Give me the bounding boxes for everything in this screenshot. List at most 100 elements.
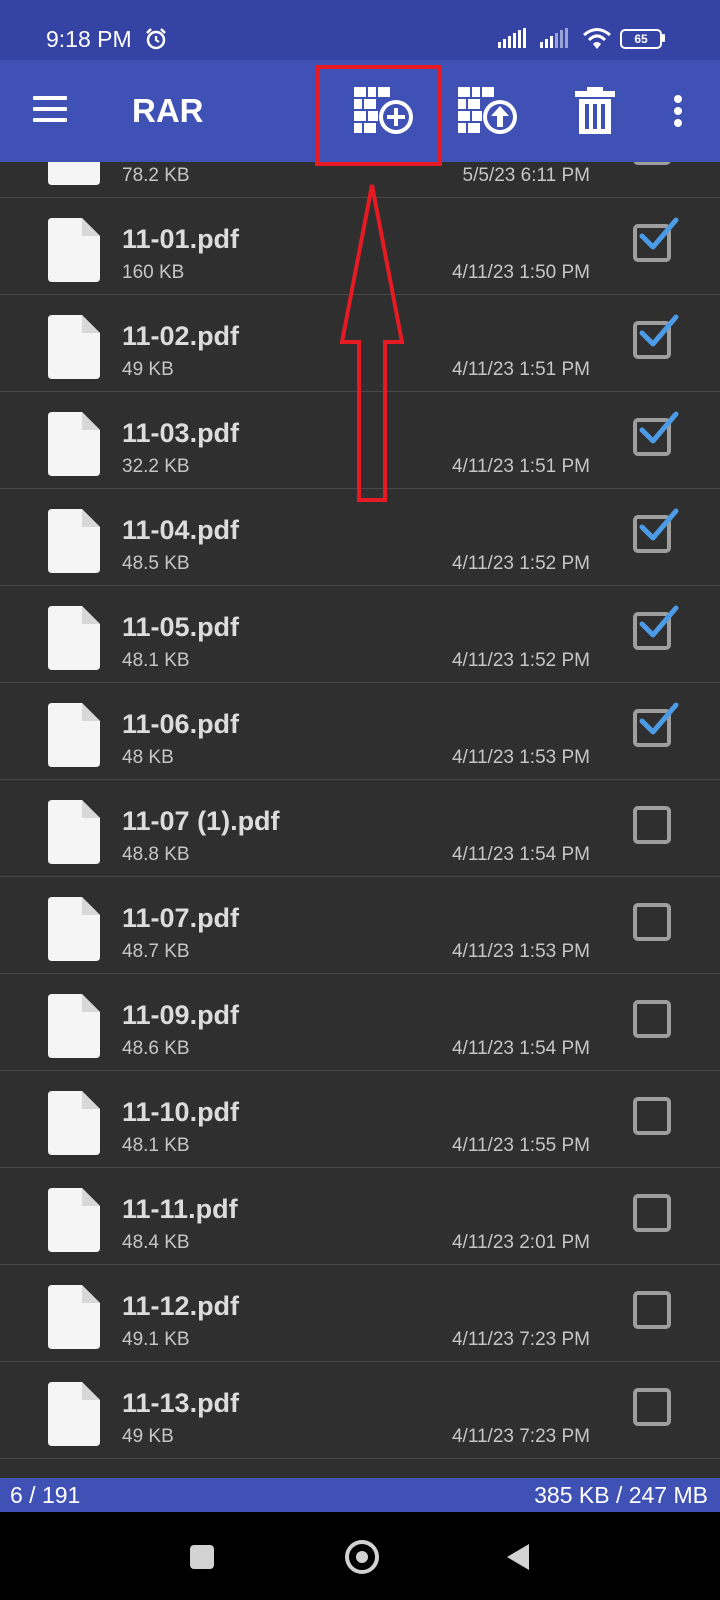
file-name: 11-05.pdf [122, 612, 240, 642]
file-date: 4/11/23 1:51 PM [451, 456, 590, 477]
file-date: 4/11/23 1:54 PM [451, 1038, 590, 1059]
file-name: 11-04.pdf [122, 515, 240, 545]
file-size: 48.1 KB [122, 1135, 190, 1156]
file-date: 4/11/23 1:55 PM [451, 1135, 590, 1156]
home-button[interactable] [345, 1540, 379, 1574]
file-size: 48.8 KB [122, 844, 190, 865]
selection-status-bar: 6 / 191 385 KB / 247 MB [0, 1478, 720, 1512]
file-name: 11-03.pdf [122, 418, 240, 448]
menu-icon[interactable] [30, 94, 70, 128]
file-size: 49.1 KB [122, 1329, 190, 1350]
file-size: 48 KB [122, 747, 174, 768]
file-date: 4/11/23 1:53 PM [451, 747, 590, 768]
file-icon [48, 412, 100, 476]
check-icon [639, 605, 679, 638]
wifi-icon [582, 26, 612, 55]
file-row[interactable]: 11-13.pdf 49 KB 4/11/23 7:23 PM [0, 1362, 720, 1459]
signal-strength-secondary-icon [540, 28, 568, 53]
file-icon [48, 509, 100, 573]
delete-button[interactable] [560, 80, 630, 142]
file-icon [48, 800, 100, 864]
check-icon [639, 411, 679, 444]
file-checkbox[interactable] [633, 903, 671, 941]
file-date: 4/11/23 2:01 PM [451, 1232, 590, 1253]
file-name: 11-12.pdf [122, 1291, 240, 1321]
file-date: 5/5/23 6:11 PM [462, 165, 590, 186]
back-icon[interactable] [505, 1542, 531, 1572]
annotation-arrow-icon [339, 184, 405, 502]
status-bar: 9:18 PM 65 [0, 0, 720, 60]
file-icon [48, 897, 100, 961]
file-size: 160 KB [122, 262, 185, 283]
file-date: 4/11/23 1:54 PM [451, 844, 590, 865]
file-checkbox[interactable] [633, 1000, 671, 1038]
file-checkbox[interactable] [633, 1097, 671, 1135]
file-icon [48, 1091, 100, 1155]
check-icon [639, 702, 679, 735]
file-size: 48.1 KB [122, 650, 190, 671]
recents-button[interactable] [190, 1545, 214, 1569]
file-icon [48, 1382, 100, 1446]
file-size: 49 KB [122, 1426, 174, 1447]
file-name: 11-07.pdf [122, 903, 240, 933]
file-checkbox[interactable] [633, 162, 671, 165]
battery-level: 65 [620, 29, 662, 49]
file-icon [48, 162, 100, 185]
file-date: 4/11/23 1:51 PM [451, 359, 590, 380]
file-date: 4/11/23 7:23 PM [451, 1426, 590, 1447]
file-name: 11-06.pdf [122, 709, 240, 739]
app-title: RAR [132, 92, 204, 129]
file-checkbox[interactable] [633, 806, 671, 844]
file-name: 11-09.pdf [122, 1000, 240, 1030]
annotation-highlight-box [315, 65, 442, 166]
check-icon [639, 217, 679, 250]
more-options-button[interactable] [650, 80, 706, 142]
file-row[interactable]: 11-07.pdf 48.7 KB 4/11/23 1:53 PM [0, 877, 720, 974]
file-size: 32.2 KB [122, 456, 190, 477]
file-icon [48, 1188, 100, 1252]
alarm-icon [144, 27, 168, 56]
file-row[interactable]: 11-07 (1).pdf 48.8 KB 4/11/23 1:54 PM [0, 780, 720, 877]
file-row[interactable]: 11-05.pdf 48.1 KB 4/11/23 1:52 PM [0, 586, 720, 683]
file-icon [48, 315, 100, 379]
file-size: 48.7 KB [122, 941, 190, 962]
file-icon [48, 703, 100, 767]
file-size: 49 KB [122, 359, 174, 380]
file-name: 11-10.pdf [122, 1097, 240, 1127]
file-date: 4/11/23 1:50 PM [451, 262, 590, 283]
file-checkbox[interactable] [633, 1291, 671, 1329]
file-name: 11-13.pdf [122, 1388, 240, 1418]
file-checkbox[interactable] [633, 1388, 671, 1426]
file-date: 4/11/23 1:53 PM [451, 941, 590, 962]
file-row[interactable]: 11-06.pdf 48 KB 4/11/23 1:53 PM [0, 683, 720, 780]
file-date: 4/11/23 7:23 PM [451, 1329, 590, 1350]
file-name: 11-11.pdf [122, 1194, 238, 1224]
check-icon [639, 508, 679, 541]
signal-strength-icon [498, 28, 526, 53]
file-icon [48, 218, 100, 282]
file-row[interactable]: 11-09.pdf 48.6 KB 4/11/23 1:54 PM [0, 974, 720, 1071]
file-icon [48, 606, 100, 670]
file-row[interactable]: 11-10.pdf 48.1 KB 4/11/23 1:55 PM [0, 1071, 720, 1168]
check-icon [639, 314, 679, 347]
file-row[interactable]: 11-11.pdf 48.4 KB 4/11/23 2:01 PM [0, 1168, 720, 1265]
file-name: 11-01.pdf [122, 224, 240, 254]
file-size: 48.4 KB [122, 1232, 190, 1253]
file-name: 11-07 (1).pdf [122, 806, 280, 836]
status-time: 9:18 PM [46, 26, 132, 52]
more-vert-icon [674, 95, 682, 127]
file-date: 4/11/23 1:52 PM [451, 650, 590, 671]
trash-icon [575, 87, 615, 134]
file-size: 48.6 KB [122, 1038, 190, 1059]
extract-button[interactable] [452, 80, 522, 142]
extract-icon [458, 87, 517, 134]
file-date: 4/11/23 1:52 PM [451, 553, 590, 574]
file-name: 11-02.pdf [122, 321, 240, 351]
file-icon [48, 994, 100, 1058]
battery-icon: 65 [620, 29, 665, 49]
file-size: 48.5 KB [122, 553, 190, 574]
size-summary: 385 KB / 247 MB [534, 1482, 708, 1508]
file-checkbox[interactable] [633, 1194, 671, 1232]
selected-count: 6 / 191 [10, 1482, 81, 1508]
file-row[interactable]: 11-12.pdf 49.1 KB 4/11/23 7:23 PM [0, 1265, 720, 1362]
